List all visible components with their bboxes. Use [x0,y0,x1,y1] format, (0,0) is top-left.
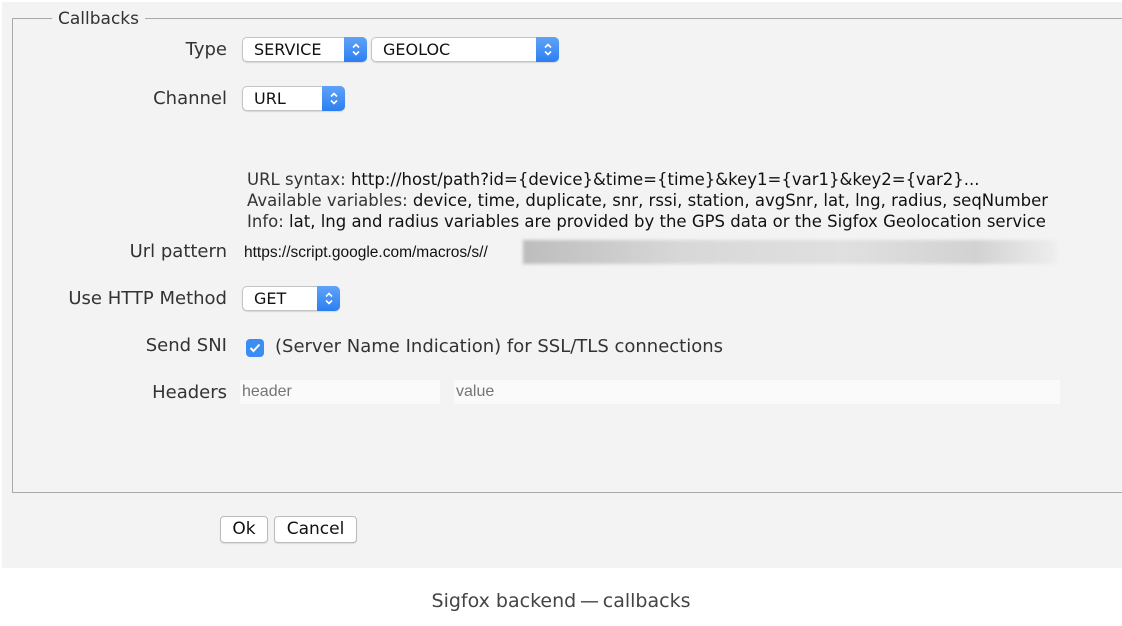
variables-prefix: Available variables: [247,191,413,210]
updown-chevron-icon [322,86,345,111]
header-value-input[interactable] [454,380,1060,404]
http-method-label: Use HTTP Method [68,288,227,309]
headers-label: Headers [152,382,227,403]
channel-label: Channel [153,88,227,109]
cancel-button[interactable]: Cancel [274,516,357,543]
callback-form-screen: Callbacks Type SERVICE GEOLOC Channel UR… [2,2,1122,568]
send-sni-checkbox-label: (Server Name Indication) for SSL/TLS con… [275,336,724,357]
url-pattern-input[interactable]: https://script.google.com/macros/s// [244,243,488,263]
service-select[interactable]: GEOLOC [371,37,559,62]
type-select[interactable]: SERVICE [242,37,367,62]
figure-caption: Sigfox backend — callbacks [431,590,691,612]
url-syntax-value: http://host/path?id={device}&time={time}… [350,170,980,189]
send-sni-checkbox[interactable] [246,339,264,357]
updown-chevron-icon [344,37,367,62]
url-pattern-label: Url pattern [129,241,227,262]
checkmark-icon [249,343,261,353]
header-key-input[interactable] [240,380,440,404]
redacted-url-segment [523,240,1057,264]
updown-chevron-icon [317,286,340,311]
updown-chevron-icon [536,37,559,62]
http-method-select[interactable]: GET [242,286,340,311]
send-sni-label: Send SNI [145,335,227,356]
channel-select[interactable]: URL [242,86,345,111]
ok-button[interactable]: Ok [220,516,268,543]
variables-value: device, time, duplicate, snr, rssi, stat… [412,191,1049,210]
info-value: lat, lng and radius variables are provid… [289,212,1046,231]
type-select-value: SERVICE [254,40,322,59]
url-syntax-prefix: URL syntax: [247,170,351,189]
info-prefix: Info: [247,212,290,231]
url-syntax-help: URL syntax: http://host/path?id={device}… [247,169,1048,232]
channel-select-value: URL [254,89,286,108]
type-label: Type [185,39,227,60]
fieldset-legend: Callbacks [52,8,145,30]
service-select-value: GEOLOC [383,40,451,59]
http-method-value: GET [254,289,287,308]
